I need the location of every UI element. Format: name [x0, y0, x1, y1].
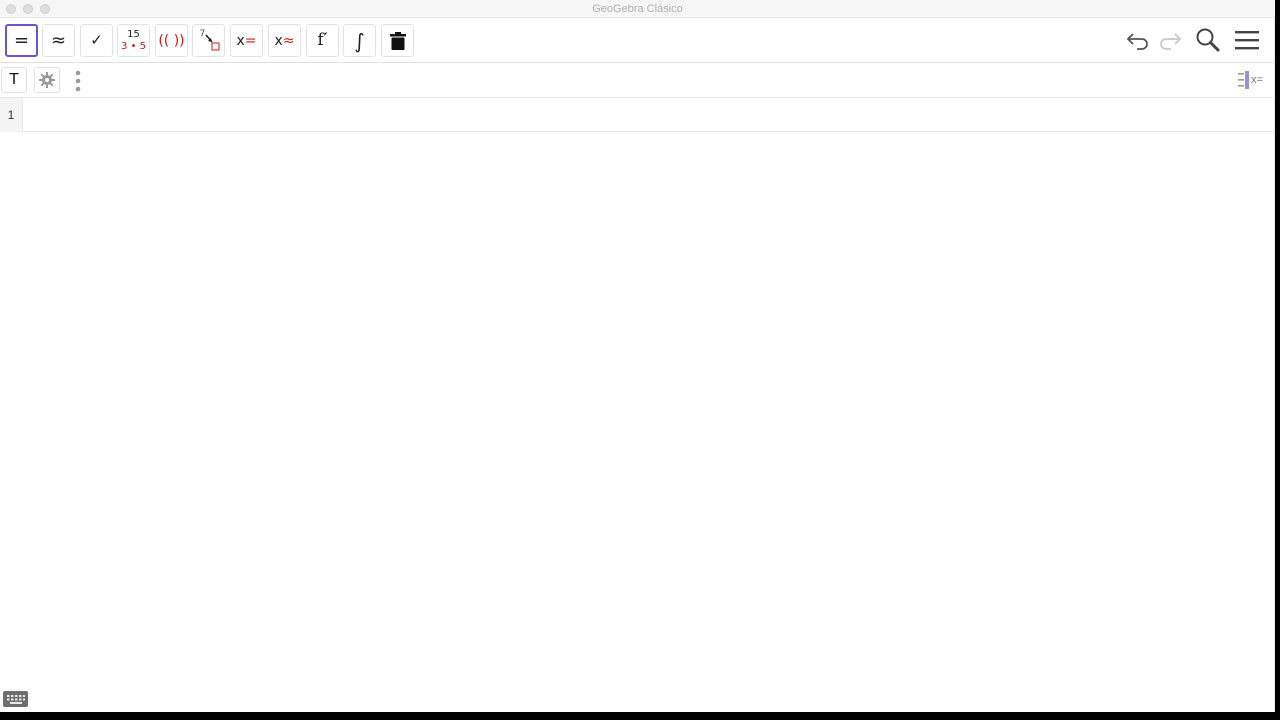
- evaluate-icon: =: [13, 29, 30, 51]
- trash-icon: [389, 31, 406, 50]
- more-options-button[interactable]: [72, 69, 84, 93]
- substitute-button[interactable]: 7: [192, 24, 225, 57]
- substitute-icon: 7: [197, 29, 221, 53]
- check-icon: ✓: [90, 31, 103, 49]
- style-bar: T x=: [0, 63, 1275, 98]
- gear-icon: [39, 72, 55, 88]
- cas-row: 1: [0, 98, 1273, 132]
- approx-icon: ≈: [50, 29, 67, 51]
- algebra-view-toggle[interactable]: x=: [1238, 70, 1268, 90]
- undo-icon: [1126, 33, 1148, 50]
- menu-icon: [1235, 31, 1259, 50]
- nsolve-icon: x≈: [274, 32, 295, 49]
- factor-icon: 15 3 • 5: [121, 28, 146, 52]
- text-style-button[interactable]: T: [1, 67, 27, 93]
- redo-icon: [1160, 33, 1182, 50]
- solve-button[interactable]: x=: [230, 24, 263, 57]
- evaluate-button[interactable]: =: [5, 24, 38, 57]
- integral-icon: ∫: [354, 28, 365, 53]
- solve-numerically-button[interactable]: x≈: [268, 24, 301, 57]
- window-title: GeoGebra Clásico: [592, 3, 683, 15]
- factor-button[interactable]: 15 3 • 5: [117, 24, 150, 57]
- cas-toolbar: = ≈ ✓ 15 3 • 5 (( )) 7 x= x≈ f′ ∫: [0, 18, 1275, 63]
- redo-button[interactable]: [1154, 24, 1186, 56]
- integral-button[interactable]: ∫: [343, 24, 376, 57]
- virtual-keyboard-button[interactable]: [3, 691, 28, 707]
- cas-input-field[interactable]: [24, 98, 1273, 132]
- keep-input-button[interactable]: ✓: [80, 24, 113, 57]
- vertical-dots-icon: [75, 70, 81, 92]
- row-number: 1: [0, 98, 23, 132]
- delete-button[interactable]: [381, 24, 414, 57]
- undo-button[interactable]: [1122, 24, 1154, 56]
- derivative-button[interactable]: f′: [306, 24, 339, 57]
- numeric-button[interactable]: ≈: [42, 24, 75, 57]
- geogebra-window: GeoGebra Clásico = ≈ ✓ 15 3 • 5 (( )) 7: [0, 0, 1275, 712]
- keyboard-icon: [6, 694, 25, 704]
- expand-icon: (( )): [158, 32, 185, 49]
- title-bar: GeoGebra Clásico: [0, 0, 1275, 18]
- view-right-border: [1274, 18, 1275, 712]
- main-menu-button[interactable]: [1231, 24, 1263, 56]
- search-button[interactable]: [1192, 24, 1224, 56]
- settings-button[interactable]: [34, 67, 60, 93]
- algebra-view-icon: [1238, 71, 1249, 89]
- search-icon: [1196, 28, 1220, 52]
- derivative-icon: f′: [317, 30, 328, 50]
- solve-icon: x=: [236, 32, 257, 49]
- expand-button[interactable]: (( )): [155, 24, 188, 57]
